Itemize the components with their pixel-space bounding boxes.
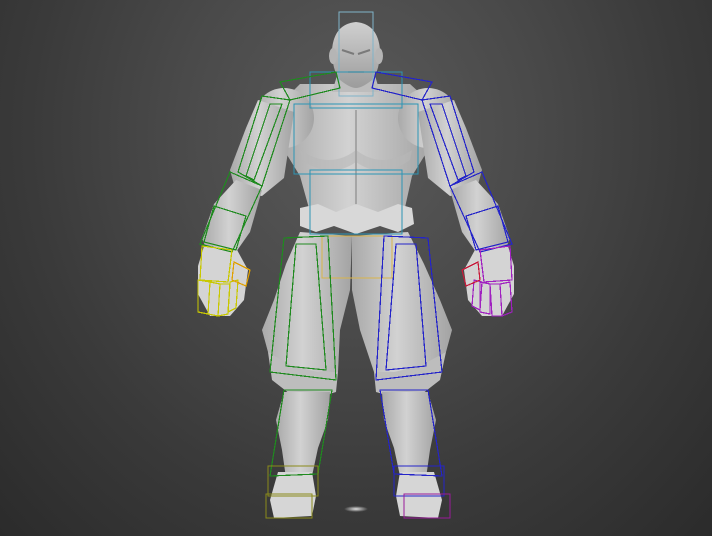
right-foot	[396, 472, 442, 518]
left-shin	[276, 392, 330, 478]
left-foot	[270, 472, 316, 518]
scene-canvas[interactable]	[0, 0, 712, 536]
right-shin	[382, 392, 436, 478]
left-ear	[329, 48, 337, 64]
belt-sash	[300, 204, 414, 234]
right-ear	[375, 48, 383, 64]
3d-viewport[interactable]	[0, 0, 712, 536]
ground-marker	[344, 506, 368, 512]
